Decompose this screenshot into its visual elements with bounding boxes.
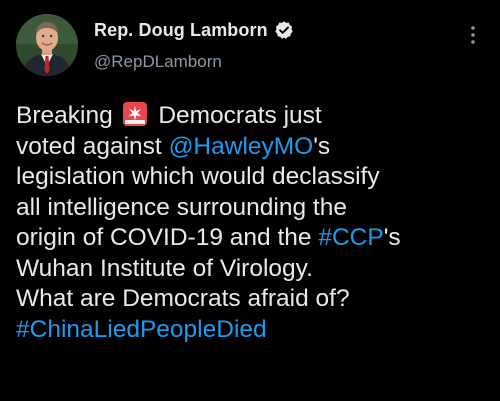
display-name[interactable]: Rep. Doug Lamborn: [94, 20, 268, 41]
hashtag-link[interactable]: #CCP: [318, 224, 383, 251]
avatar-image: [16, 14, 78, 76]
avatar[interactable]: [16, 14, 78, 76]
tweet-card: Rep. Doug Lamborn @RepDLamborn Breaking …: [0, 0, 500, 401]
mention-link[interactable]: @HawleyMO: [169, 133, 314, 160]
more-options-icon[interactable]: [470, 24, 476, 46]
author-info: Rep. Doug Lamborn @RepDLamborn: [94, 18, 294, 78]
hashtag-link[interactable]: #ChinaLiedPeopleDied: [16, 316, 267, 343]
rotating-light-icon: [122, 101, 148, 127]
tweet-text-part: Breaking: [16, 102, 120, 129]
author-handle[interactable]: @RepDLamborn: [94, 52, 294, 72]
tweet-text: Breaking Democrats just voted against @H…: [16, 101, 486, 345]
author-name-row: Rep. Doug Lamborn: [94, 18, 294, 42]
verified-badge-icon: [274, 20, 294, 40]
